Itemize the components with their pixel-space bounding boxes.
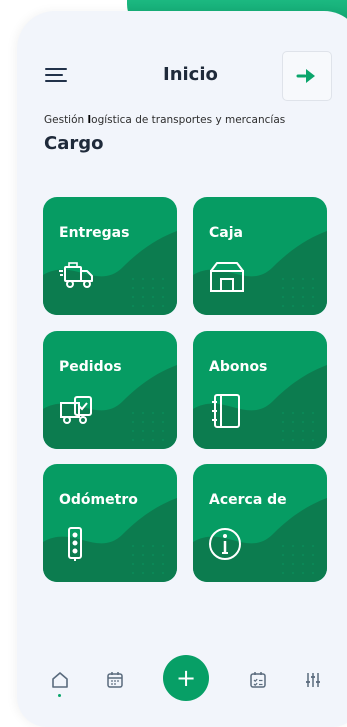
card-label: Pedidos [59,359,122,375]
logout-icon [296,69,315,83]
card-wave-decoration [43,231,177,315]
card-label: Acerca de [209,492,287,508]
card-wave-decoration [193,498,327,582]
nav-settings[interactable] [300,667,326,693]
card-abonos[interactable]: Abonos [193,331,327,449]
card-label: Odómetro [59,492,138,508]
checklist-icon [250,672,266,688]
nav-checklist[interactable] [245,667,271,693]
card-wave-decoration [43,498,177,582]
delivery-truck-icon [57,259,97,295]
card-wave-decoration [43,365,177,449]
card-label: Abonos [209,359,268,375]
page-title: Inicio [163,64,218,85]
box-icon [207,259,247,295]
card-acerca-de[interactable]: Acerca de [193,464,327,582]
card-entregas[interactable]: Entregas [43,197,177,315]
add-button[interactable]: + [163,655,209,701]
info-icon [207,526,247,562]
truck-check-icon [57,393,97,429]
card-pedidos[interactable]: Pedidos [43,331,177,449]
nav-home[interactable] [47,667,73,693]
sliders-icon [306,673,320,687]
nav-active-indicator [58,694,61,697]
menu-icon-line [45,74,63,76]
nav-calendar[interactable] [102,667,128,693]
calendar-icon [107,672,123,688]
app-brand: Cargo [44,133,104,154]
logout-button[interactable] [282,51,332,101]
notebook-icon [207,393,247,429]
card-caja[interactable]: Caja [193,197,327,315]
menu-icon-line [45,80,67,82]
menu-icon-line [45,68,67,70]
card-od-metro[interactable]: Odómetro [43,464,177,582]
card-wave-decoration [193,365,327,449]
add-icon: + [175,664,197,692]
odometer-icon [57,526,97,562]
card-wave-decoration [193,231,327,315]
card-label: Caja [209,225,243,241]
card-label: Entregas [59,225,130,241]
menu-button[interactable] [45,68,71,90]
app-subtitle: Gestión logística de transportes y merca… [44,114,286,126]
home-icon [52,672,68,688]
